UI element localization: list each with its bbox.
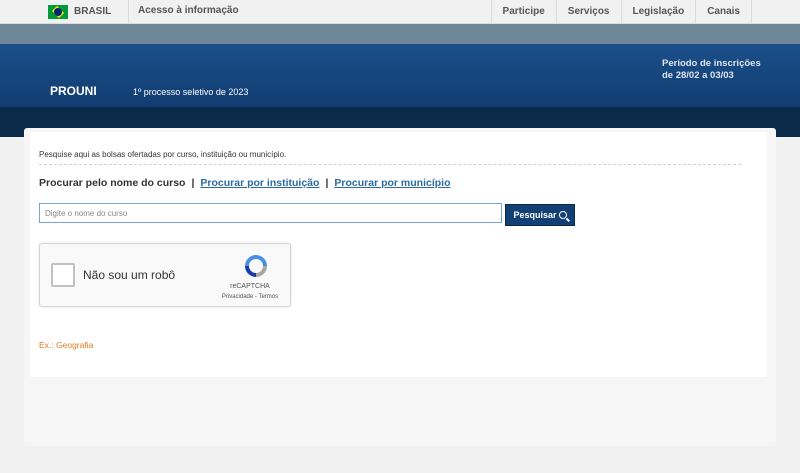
search-input[interactable] bbox=[39, 203, 502, 223]
recaptcha-privacy-link[interactable]: Privacidade bbox=[222, 294, 253, 300]
search-card: Pesquise aqui as bolsas ofertadas por cu… bbox=[30, 132, 767, 377]
brasil-label: BRASIL bbox=[74, 6, 112, 17]
grey-band bbox=[0, 24, 800, 44]
divider bbox=[128, 0, 129, 23]
acesso-informacao-link[interactable]: Acesso à informação bbox=[138, 5, 239, 16]
dashed-divider bbox=[39, 164, 741, 165]
page-subtitle: 1º processo seletivo de 2023 bbox=[133, 87, 249, 97]
tab-separator: | bbox=[191, 177, 195, 189]
nav-canais[interactable]: Canais bbox=[695, 0, 752, 23]
search-example: Ex.: Geografia bbox=[39, 340, 94, 350]
recaptcha-terms: Privacidade - Termos bbox=[210, 294, 290, 300]
search-button[interactable]: Pesquisar bbox=[505, 204, 575, 226]
recaptcha-brand: reCAPTCHA bbox=[230, 283, 270, 290]
recaptcha-label: Não sou um robô bbox=[83, 268, 176, 282]
nav-participe[interactable]: Participe bbox=[490, 0, 556, 23]
nav-legislacao[interactable]: Legislação bbox=[620, 0, 696, 23]
periodo-line-1: Período de inscrições bbox=[662, 58, 761, 69]
search-mode-tabs: Procurar pelo nome do curso | Procurar p… bbox=[39, 177, 451, 189]
intro-text: Pesquise aqui as bolsas ofertadas por cu… bbox=[39, 150, 287, 159]
recaptcha-terms-link[interactable]: Termos bbox=[258, 294, 278, 300]
search-button-label: Pesquisar bbox=[513, 210, 557, 220]
gov-top-bar: BRASIL Acesso à informação Participe Ser… bbox=[0, 0, 800, 24]
tab-instituicao[interactable]: Procurar por instituição bbox=[200, 177, 319, 189]
brazil-flag-icon bbox=[48, 4, 68, 19]
recaptcha-checkbox[interactable] bbox=[51, 263, 75, 287]
periodo-inscricoes: Período de inscrições de 28/02 a 03/03 bbox=[662, 58, 761, 82]
page-title: PROUNI bbox=[50, 84, 97, 98]
tab-municipio[interactable]: Procurar por município bbox=[334, 177, 450, 189]
recaptcha-logo-icon bbox=[245, 255, 267, 277]
site-header: PROUNI 1º processo seletivo de 2023 Perí… bbox=[0, 44, 800, 137]
gov-nav: Participe Serviços Legislação Canais bbox=[490, 0, 752, 23]
page-footer-area bbox=[0, 446, 800, 473]
brasil-link[interactable]: BRASIL bbox=[40, 0, 128, 23]
recaptcha-widget: Não sou um robô reCAPTCHA Privacidade - … bbox=[39, 243, 291, 307]
search-icon bbox=[558, 211, 567, 219]
tab-separator: | bbox=[325, 177, 329, 189]
nav-servicos[interactable]: Serviços bbox=[555, 0, 621, 23]
periodo-line-2: de 28/02 a 03/03 bbox=[662, 70, 734, 81]
tab-nome-curso[interactable]: Procurar pelo nome do curso bbox=[39, 177, 185, 189]
